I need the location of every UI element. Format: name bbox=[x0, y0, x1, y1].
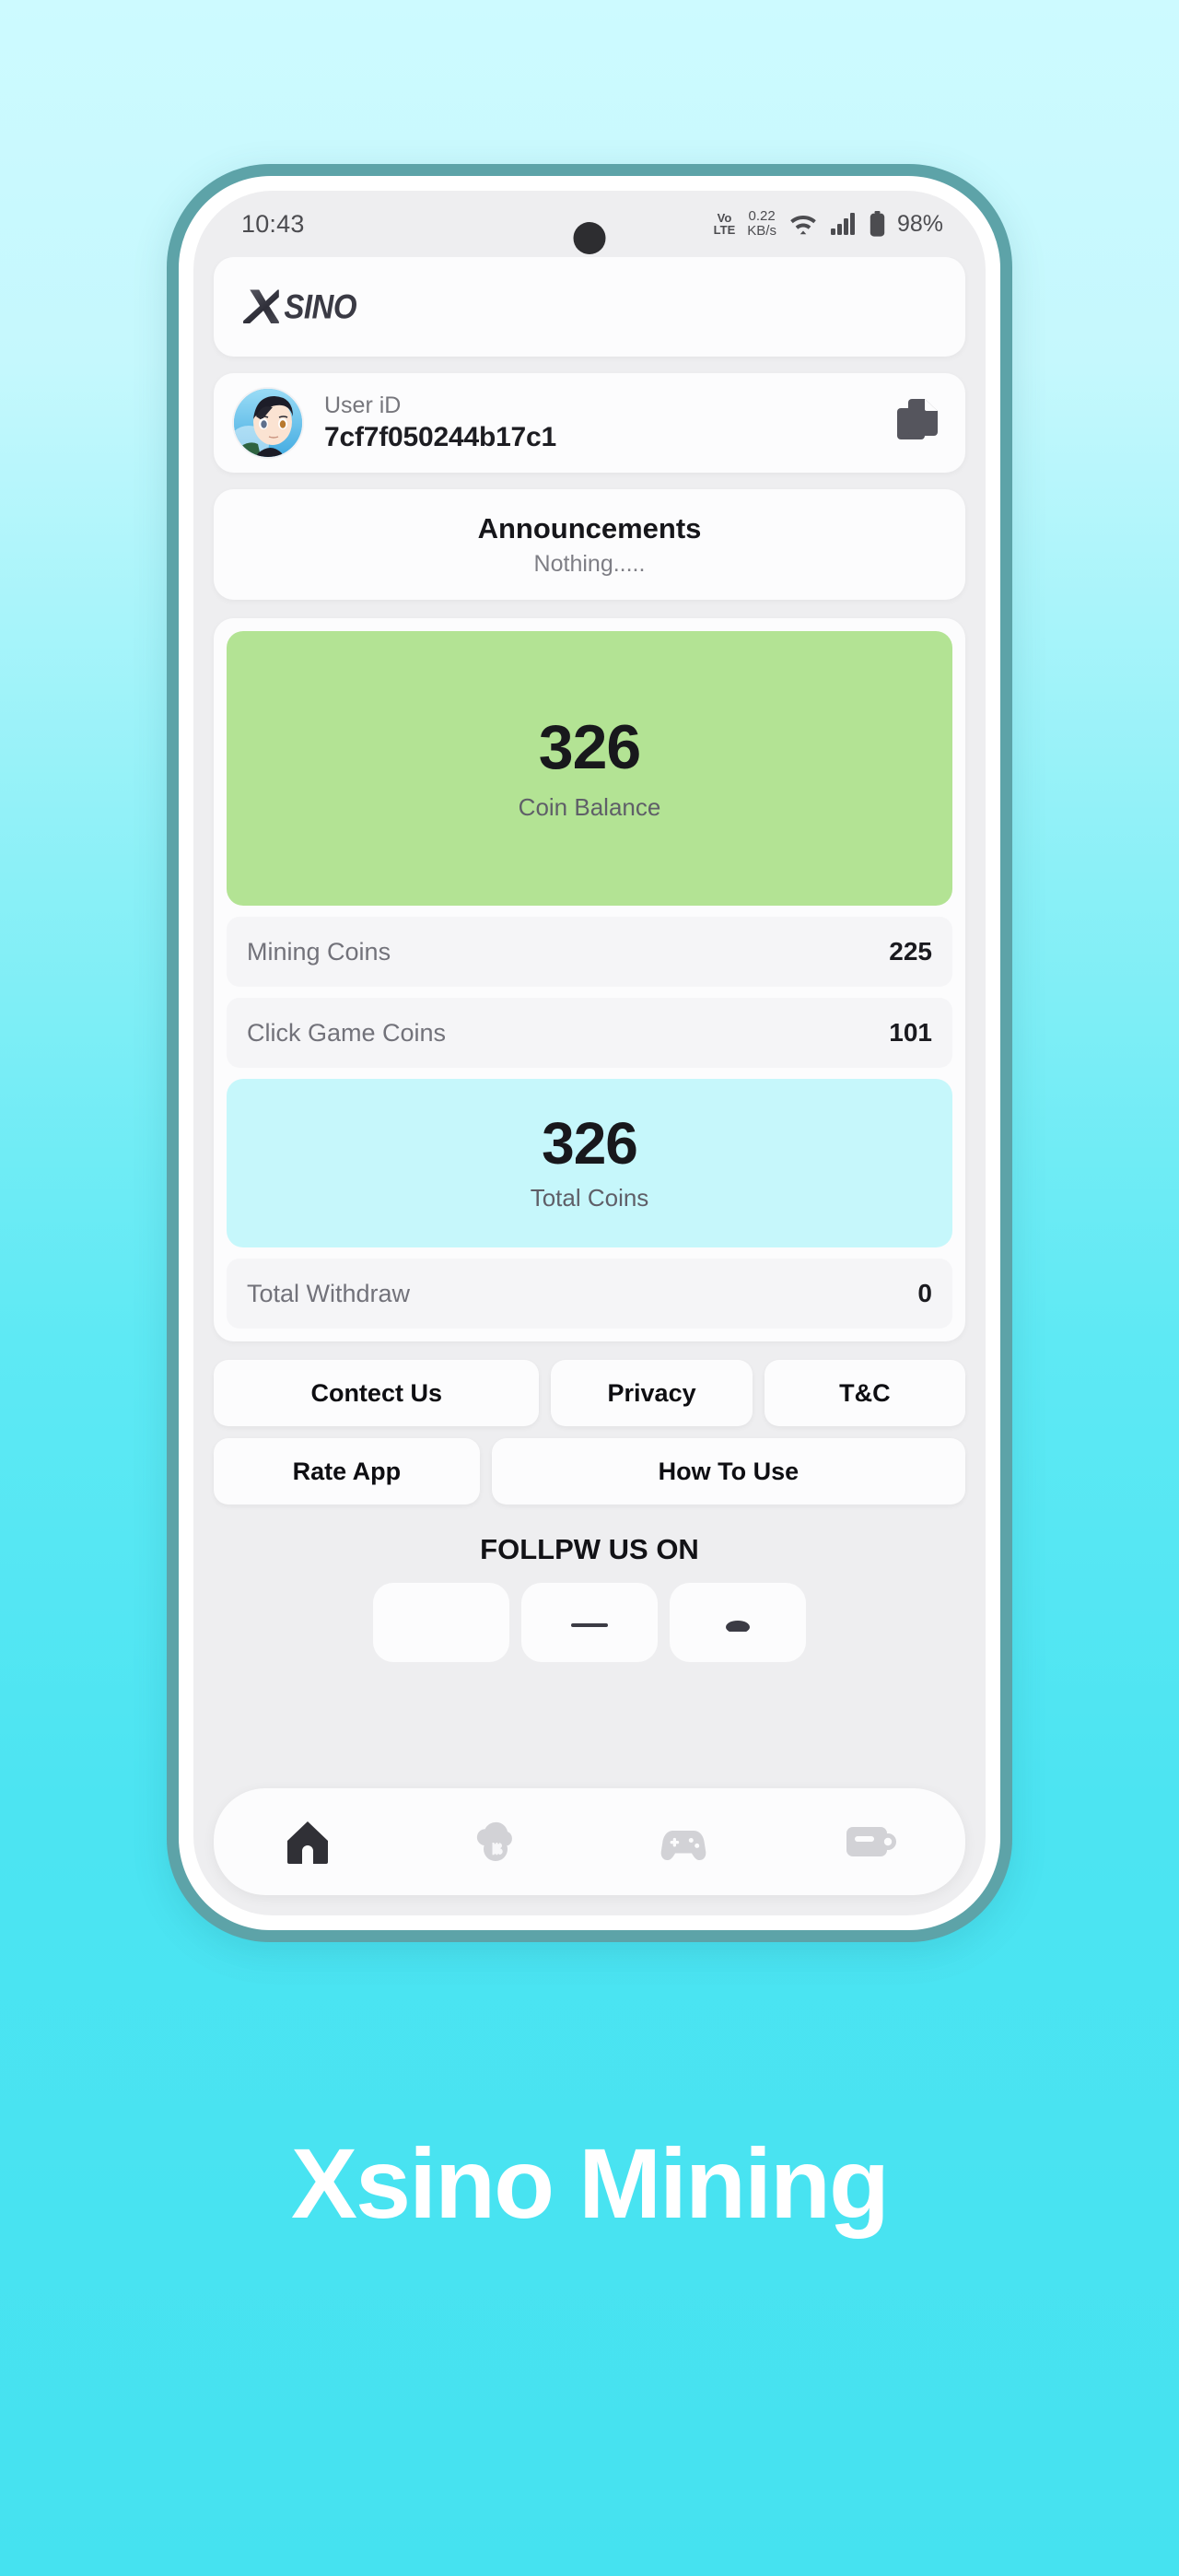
nav-item-mining[interactable] bbox=[402, 1816, 590, 1868]
announcements-body: Nothing..... bbox=[533, 550, 646, 577]
network-speed-indicator: 0.22 KB/s bbox=[747, 209, 776, 239]
logo-wordmark: SINO bbox=[284, 287, 357, 326]
network-speed-value: 0.22 bbox=[748, 208, 776, 225]
app-header: X SINO bbox=[214, 257, 965, 357]
total-coins-card: 326 Total Coins bbox=[227, 1079, 952, 1247]
click-game-coins-value: 101 bbox=[889, 1018, 932, 1047]
mining-coins-label: Mining Coins bbox=[247, 937, 391, 966]
phone-bezel: 10:43 Vo LTE 0.22 KB/s 98% X SINO User i… bbox=[179, 176, 1000, 1930]
announcements-title: Announcements bbox=[477, 511, 702, 544]
mining-coins-value: 225 bbox=[889, 937, 932, 966]
terms-and-conditions-button[interactable]: T&C bbox=[764, 1360, 966, 1426]
network-speed-unit: KB/s bbox=[747, 223, 776, 239]
how-to-use-button[interactable]: How To Use bbox=[491, 1438, 965, 1505]
copy-icon[interactable] bbox=[897, 398, 938, 448]
user-avatar bbox=[232, 387, 304, 459]
bottom-navigation-bar bbox=[214, 1788, 965, 1895]
hero-title: Xsino Mining bbox=[291, 2127, 890, 2239]
total-withdraw-label: Total Withdraw bbox=[247, 1279, 411, 1307]
total-coins-label: Total Coins bbox=[530, 1184, 649, 1212]
click-game-coins-row: Click Game Coins 101 bbox=[227, 998, 952, 1068]
click-game-coins-label: Click Game Coins bbox=[247, 1018, 447, 1047]
mining-coins-row: Mining Coins 225 bbox=[227, 917, 952, 987]
user-id-value: 7cf7f050244b17c1 bbox=[324, 421, 557, 452]
battery-percentage: 98% bbox=[896, 210, 943, 237]
cloud-bitcoin-mining-icon bbox=[476, 1821, 512, 1861]
total-coins-value: 326 bbox=[542, 1110, 638, 1177]
coin-balance-value: 326 bbox=[538, 711, 641, 782]
wallet-icon bbox=[846, 1827, 896, 1856]
coin-balance-card: 326 Coin Balance bbox=[227, 631, 952, 906]
coin-balance-label: Coin Balance bbox=[518, 792, 661, 821]
user-id-text: User iD 7cf7f050244b17c1 bbox=[324, 392, 897, 455]
link-buttons-row-2: Rate App How To Use bbox=[214, 1438, 965, 1505]
social-icon-3 bbox=[726, 1621, 750, 1632]
nav-item-game[interactable] bbox=[590, 1815, 777, 1868]
social-links-row bbox=[214, 1583, 965, 1662]
wifi-icon bbox=[790, 216, 816, 235]
announcements-card: Announcements Nothing..... bbox=[214, 489, 965, 600]
volte-line-2: LTE bbox=[713, 223, 736, 237]
front-camera-punch-hole bbox=[573, 222, 606, 254]
home-icon bbox=[287, 1821, 328, 1864]
battery-icon bbox=[870, 211, 885, 237]
contact-us-button[interactable]: Contect Us bbox=[214, 1360, 540, 1426]
status-bar: 10:43 Vo LTE 0.22 KB/s 98% bbox=[193, 191, 986, 257]
nav-item-home[interactable] bbox=[214, 1816, 402, 1868]
social-link-2[interactable] bbox=[521, 1583, 658, 1662]
cellular-signal-icon bbox=[830, 213, 855, 235]
balance-section: 326 Coin Balance Mining Coins 225 Click … bbox=[214, 618, 965, 1341]
social-link-3[interactable] bbox=[670, 1583, 806, 1662]
social-link-1[interactable] bbox=[373, 1583, 509, 1662]
total-withdraw-value: 0 bbox=[917, 1279, 932, 1307]
xsino-logo: X SINO bbox=[243, 279, 357, 335]
phone-mockup: 10:43 Vo LTE 0.22 KB/s 98% X SINO User i… bbox=[167, 164, 1012, 1942]
rate-app-button[interactable]: Rate App bbox=[214, 1438, 480, 1505]
privacy-button[interactable]: Privacy bbox=[551, 1360, 753, 1426]
status-indicators: Vo LTE 0.22 KB/s 98% bbox=[714, 209, 943, 239]
status-time: 10:43 bbox=[241, 209, 305, 238]
follow-us-title: FOLLPW US ON bbox=[480, 1533, 699, 1565]
total-withdraw-row: Total Withdraw 0 bbox=[227, 1259, 952, 1329]
social-icon-2 bbox=[571, 1623, 608, 1627]
user-id-card[interactable]: User iD 7cf7f050244b17c1 bbox=[214, 373, 965, 473]
link-buttons-row-1: Contect Us Privacy T&C bbox=[214, 1360, 966, 1426]
app-content: X SINO User iD 7cf7f050244b17c1 Announce… bbox=[193, 257, 986, 1915]
gamepad-icon bbox=[660, 1831, 706, 1860]
nav-item-wallet[interactable] bbox=[777, 1816, 965, 1868]
logo-x-mark: X bbox=[243, 279, 284, 334]
volte-line-1: Vo bbox=[717, 210, 732, 225]
phone-screen: 10:43 Vo LTE 0.22 KB/s 98% X SINO User i… bbox=[193, 191, 986, 1915]
volte-icon: Vo LTE bbox=[713, 210, 736, 237]
user-id-label: User iD bbox=[324, 392, 402, 418]
